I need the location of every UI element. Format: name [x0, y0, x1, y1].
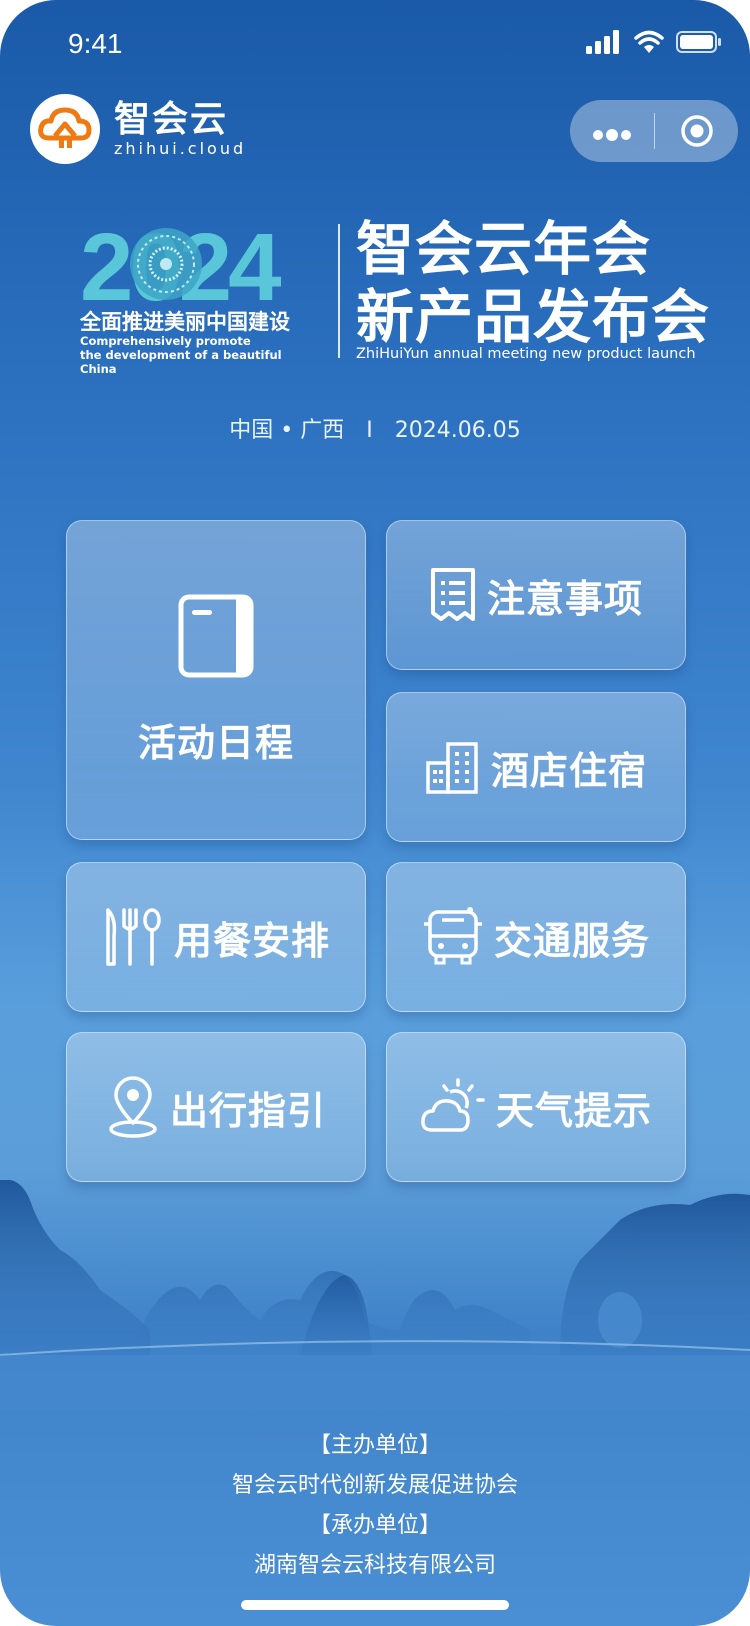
hero-slogan-en-line2: the development of a beautiful China [80, 348, 282, 376]
hotel-card[interactable]: 酒店住宿 [386, 692, 686, 842]
buildings-icon [426, 742, 478, 794]
transport-card[interactable]: 交通服务 [386, 862, 686, 1012]
receipt-icon [430, 568, 475, 621]
more-dots-icon[interactable] [570, 115, 654, 148]
event-banner: 2024 全面推进美丽中国建设 Comprehensively promote … [80, 216, 709, 376]
cutlery-icon [106, 908, 161, 966]
karst-mountains-illustration [0, 1180, 750, 1410]
location-date: 中国 • 广西 I 2024.06.05 [229, 418, 521, 443]
app-screen: 9:41 智会云 zhihui.cloud 全面推进美丽中国建设 Compreh… [0, 0, 750, 1626]
undertaker-name: 湖南智会云科技有限公司 [253, 1553, 496, 1578]
status-time: 9:41 [68, 28, 123, 59]
mini-program-capsule [570, 100, 738, 162]
battery-icon [676, 31, 721, 53]
weather-card[interactable]: 天气提示 [386, 1032, 686, 1182]
guide-label: 出行指引 [169, 1088, 326, 1133]
hero-slogan-en: Comprehensively promote the development … [80, 334, 320, 376]
organizer-heading: 【主办单位】 [308, 1433, 441, 1458]
emblem-icon [130, 228, 202, 300]
brand-name-cn: 智会云 [114, 99, 229, 140]
schedule-card[interactable]: 活动日程 [66, 520, 366, 840]
dining-label: 用餐安排 [173, 918, 330, 963]
sun-cloud-icon [421, 1078, 485, 1132]
schedule-label: 活动日程 [137, 720, 294, 765]
weather-label: 天气提示 [495, 1088, 652, 1133]
event-title-en: ZhiHuiYun annual meeting new product lau… [356, 346, 696, 362]
undertaker-heading: 【承办单位】 [308, 1513, 441, 1538]
status-bar: 9:41 [0, 0, 750, 90]
signal-icon [586, 30, 619, 54]
hero-slogan-cn: 全面推进美丽中国建设 [80, 310, 290, 334]
event-title-line2: 新产品发布会 [356, 283, 711, 351]
title-divider [338, 224, 340, 358]
transport-label: 交通服务 [493, 918, 650, 963]
location-pin-icon [109, 1076, 157, 1138]
record-circle-icon[interactable] [655, 114, 738, 148]
home-indicator[interactable] [241, 1600, 509, 1610]
booklet-icon [178, 594, 254, 677]
notes-card[interactable]: 注意事项 [386, 520, 686, 670]
event-title-line1: 智会云年会 [356, 215, 652, 283]
footer: 【主办单位】 智会云时代创新发展促进协会 【承办单位】 湖南智会云科技有限公司 [0, 1426, 750, 1586]
brand: 智会云 zhihui.cloud [30, 94, 246, 164]
organizer-name: 智会云时代创新发展促进协会 [231, 1473, 518, 1498]
wifi-icon [634, 30, 664, 53]
dining-card[interactable]: 用餐安排 [66, 862, 366, 1012]
guide-card[interactable]: 出行指引 [66, 1032, 366, 1182]
status-icons [586, 30, 722, 54]
bus-icon [423, 907, 482, 965]
hotel-label: 酒店住宿 [490, 748, 647, 793]
cloud-logo-icon [30, 94, 100, 164]
notes-label: 注意事项 [486, 576, 643, 621]
hero-slogan-en-line1: Comprehensively promote [80, 334, 251, 348]
brand-name-en: zhihui.cloud [114, 139, 247, 158]
